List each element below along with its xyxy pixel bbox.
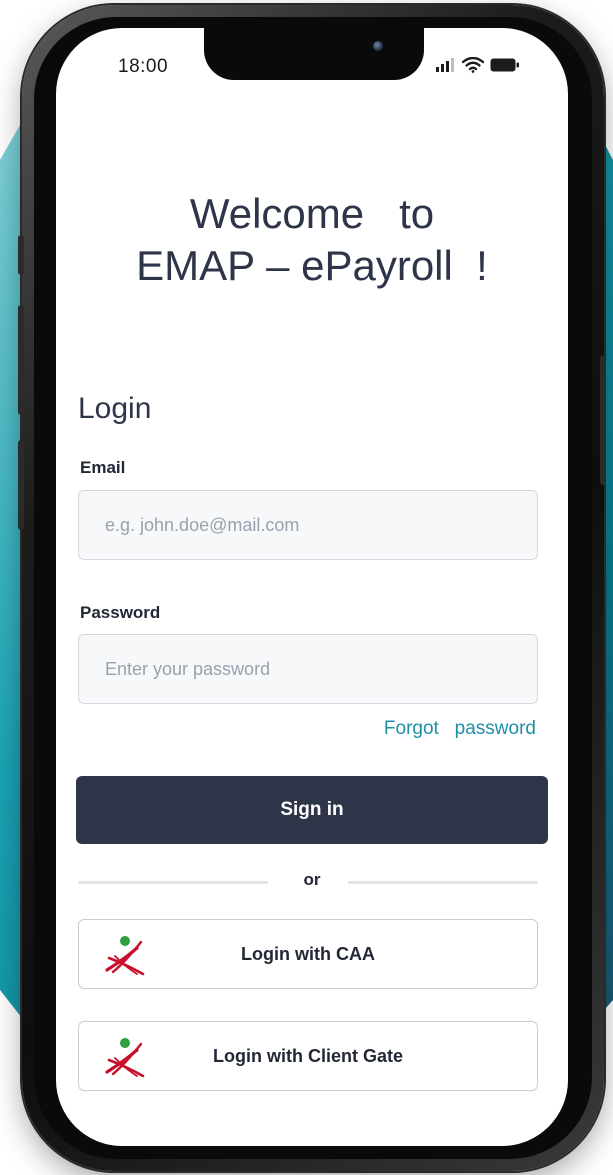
phone-screen: 18:00 Welcome to EMAP – ePayroll ! Login (56, 28, 568, 1146)
login-heading: Login (78, 392, 152, 425)
phone-volume-up-button (18, 305, 24, 415)
login-with-client-gate-label: Login with Client Gate (213, 1045, 403, 1066)
welcome-line-2: EMAP – ePayroll ! (136, 242, 488, 289)
battery-icon (490, 58, 519, 72)
welcome-line-1: Welcome to (189, 190, 435, 237)
phone-side-button (18, 235, 24, 275)
signal-icon (436, 58, 454, 72)
app-stage: 18:00 Welcome to EMAP – ePayroll ! Login (0, 0, 613, 1175)
login-with-caa-button[interactable]: Login with CAA (78, 919, 538, 989)
forgot-password-link[interactable]: Forgot password (384, 718, 536, 740)
password-label: Password (80, 603, 161, 622)
wifi-icon (462, 57, 484, 73)
login-with-caa-label: Login with CAA (241, 943, 375, 964)
or-separator: or (303, 870, 321, 889)
phone-volume-down-button (18, 440, 24, 530)
welcome-title: Welcome to EMAP – ePayroll ! (56, 188, 568, 292)
status-icons (436, 57, 520, 73)
login-with-client-gate-button[interactable]: Login with Client Gate (78, 1021, 538, 1091)
phone-power-button (600, 355, 606, 485)
divider-right (348, 881, 538, 884)
email-input[interactable] (78, 490, 538, 560)
front-camera-icon (373, 41, 383, 51)
password-input[interactable] (78, 634, 538, 704)
email-label: Email (80, 458, 126, 477)
status-time: 18:00 (118, 56, 169, 77)
phone-notch (204, 28, 424, 80)
sign-in-button[interactable]: Sign in (76, 776, 548, 844)
